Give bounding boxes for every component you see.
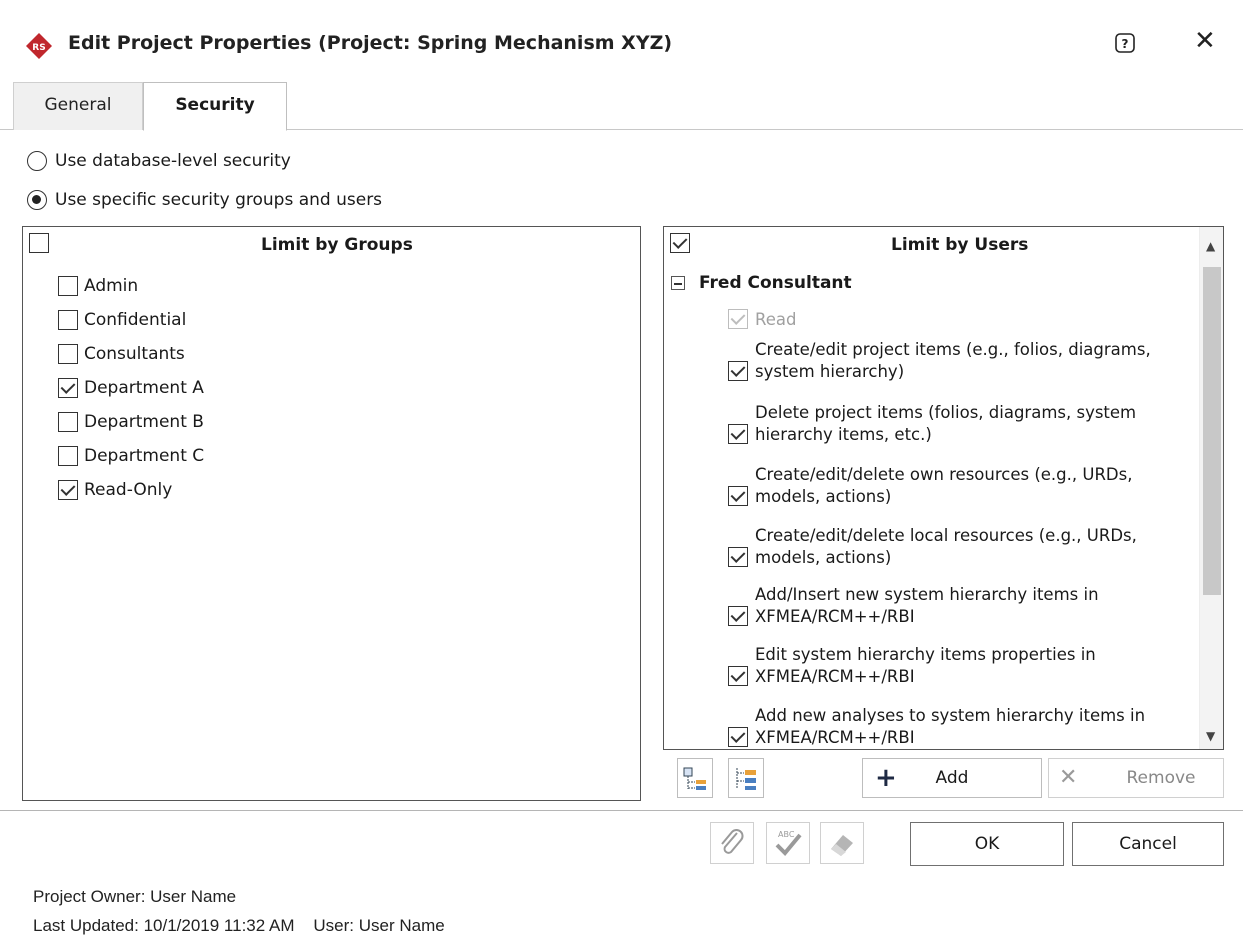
groups-panel-header: Limit by Groups	[23, 227, 640, 261]
svg-text:?: ?	[1122, 37, 1129, 51]
svg-text:RS: RS	[32, 43, 45, 53]
group-item-admin[interactable]: Admin	[58, 273, 138, 299]
spell-check-icon: ABC	[775, 830, 802, 856]
permission-delete-project-items[interactable]: Delete project items (folios, diagrams, …	[728, 402, 1188, 446]
group-label: Consultants	[84, 344, 185, 364]
user-name: Fred Consultant	[699, 273, 852, 293]
group-label: Confidential	[84, 310, 187, 330]
checkbox[interactable]	[58, 480, 78, 500]
scroll-thumb[interactable]	[1203, 267, 1221, 595]
paperclip-icon	[721, 829, 744, 854]
radio-label: Use database-level security	[55, 151, 291, 171]
remove-label: Remove	[1126, 768, 1196, 788]
checkbox[interactable]	[58, 344, 78, 364]
plus-icon: +	[875, 763, 897, 793]
group-item-confidential[interactable]: Confidential	[58, 307, 186, 333]
limit-by-groups-checkbox[interactable]	[29, 233, 49, 253]
eraser-icon	[831, 835, 853, 856]
users-panel-title: Limit by Users	[891, 235, 1029, 255]
scroll-up-icon[interactable]: ▲	[1206, 239, 1215, 253]
permission-read[interactable]: Read	[728, 309, 1188, 331]
clear-button[interactable]	[820, 822, 864, 864]
group-item-consultants[interactable]: Consultants	[58, 341, 185, 367]
permission-local-resources[interactable]: Create/edit/delete local resources (e.g.…	[728, 525, 1188, 569]
cancel-button[interactable]: Cancel	[1072, 822, 1224, 866]
users-panel-header: Limit by Users	[664, 227, 1223, 261]
help-icon[interactable]: ?	[1114, 32, 1136, 54]
checkbox[interactable]	[728, 547, 748, 567]
scroll-down-icon[interactable]: ▼	[1206, 729, 1215, 743]
window-title: Edit Project Properties (Project: Spring…	[68, 32, 673, 54]
collapse-icon[interactable]	[671, 276, 685, 290]
checkbox[interactable]	[58, 412, 78, 432]
svg-text:ABC: ABC	[778, 830, 795, 839]
checkbox[interactable]	[728, 361, 748, 381]
group-item-department-a[interactable]: Department A	[58, 375, 204, 401]
permission-label: Add new analyses to system hierarchy ite…	[755, 706, 1146, 747]
checkbox[interactable]	[58, 310, 78, 330]
group-item-department-b[interactable]: Department B	[58, 409, 204, 435]
expand-all-icon	[683, 767, 706, 790]
permission-label: Edit system hierarchy items properties i…	[755, 645, 1096, 686]
permission-label: Create/edit project items (e.g., folios,…	[755, 340, 1151, 381]
users-panel: Limit by Users Fred Consultant Read Crea…	[663, 226, 1224, 750]
checkbox[interactable]	[728, 309, 748, 329]
permission-label: Delete project items (folios, diagrams, …	[755, 403, 1137, 444]
checkbox[interactable]	[728, 486, 748, 506]
expand-all-button[interactable]	[677, 758, 713, 798]
tab-strip: General Security	[0, 82, 1243, 131]
permission-add-hierarchy-items[interactable]: Add/Insert new system hierarchy items in…	[728, 584, 1188, 628]
group-label: Read-Only	[84, 480, 173, 500]
groups-panel-title: Limit by Groups	[261, 235, 413, 255]
title-bar: RS Edit Project Properties (Project: Spr…	[0, 0, 1243, 82]
attachments-button[interactable]	[710, 822, 754, 864]
checkbox[interactable]	[728, 666, 748, 686]
permission-own-resources[interactable]: Create/edit/delete own resources (e.g., …	[728, 464, 1188, 508]
radio-label: Use specific security groups and users	[55, 190, 383, 210]
tab-general[interactable]: General	[13, 82, 143, 130]
permission-label: Read	[755, 310, 797, 329]
radio-button[interactable]	[27, 190, 47, 210]
checkbox[interactable]	[728, 424, 748, 444]
remove-x-icon: ✕	[1059, 765, 1078, 790]
permission-label: Add/Insert new system hierarchy items in…	[755, 585, 1099, 626]
permission-add-analyses[interactable]: Add new analyses to system hierarchy ite…	[728, 705, 1188, 749]
group-label: Department B	[84, 412, 204, 432]
permission-label: Create/edit/delete own resources (e.g., …	[755, 465, 1133, 506]
radio-specific-groups-users[interactable]: Use specific security groups and users	[27, 187, 382, 213]
last-updated-text: Last Updated: 10/1/2019 11:32 AM User: U…	[33, 916, 445, 935]
permission-label: Create/edit/delete local resources (e.g.…	[755, 526, 1137, 567]
app-logo-icon: RS	[26, 33, 52, 59]
permission-create-edit-project-items[interactable]: Create/edit project items (e.g., folios,…	[728, 339, 1188, 383]
users-scrollbar[interactable]: ▲ ▼	[1199, 227, 1223, 749]
permission-edit-hierarchy-properties[interactable]: Edit system hierarchy items properties i…	[728, 644, 1188, 688]
group-label: Department C	[84, 446, 205, 466]
user-tree-node[interactable]: Fred Consultant	[671, 273, 852, 293]
add-label: Add	[935, 768, 969, 788]
checkbox[interactable]	[728, 606, 748, 626]
collapse-all-icon	[736, 768, 756, 790]
group-item-department-c[interactable]: Department C	[58, 443, 204, 469]
checkbox[interactable]	[58, 446, 78, 466]
footer-divider	[0, 810, 1243, 811]
groups-panel: Limit by Groups Admin Confidential Consu…	[22, 226, 641, 801]
remove-user-button[interactable]: ✕ Remove	[1048, 758, 1224, 798]
radio-button[interactable]	[27, 151, 47, 171]
group-item-read-only[interactable]: Read-Only	[58, 477, 172, 503]
checkbox[interactable]	[58, 276, 78, 296]
collapse-all-button[interactable]	[728, 758, 764, 798]
project-owner-text: Project Owner: User Name	[33, 887, 237, 906]
close-icon[interactable]: ✕	[1194, 28, 1216, 54]
spell-check-button[interactable]: ABC	[766, 822, 810, 864]
tab-security[interactable]: Security	[143, 82, 287, 131]
radio-database-level-security[interactable]: Use database-level security	[27, 148, 291, 174]
group-label: Admin	[84, 276, 139, 296]
limit-by-users-checkbox[interactable]	[670, 233, 690, 253]
ok-button[interactable]: OK	[910, 822, 1064, 866]
group-label: Department A	[84, 378, 204, 398]
checkbox[interactable]	[58, 378, 78, 398]
checkbox[interactable]	[728, 727, 748, 747]
add-user-button[interactable]: + Add	[862, 758, 1042, 798]
